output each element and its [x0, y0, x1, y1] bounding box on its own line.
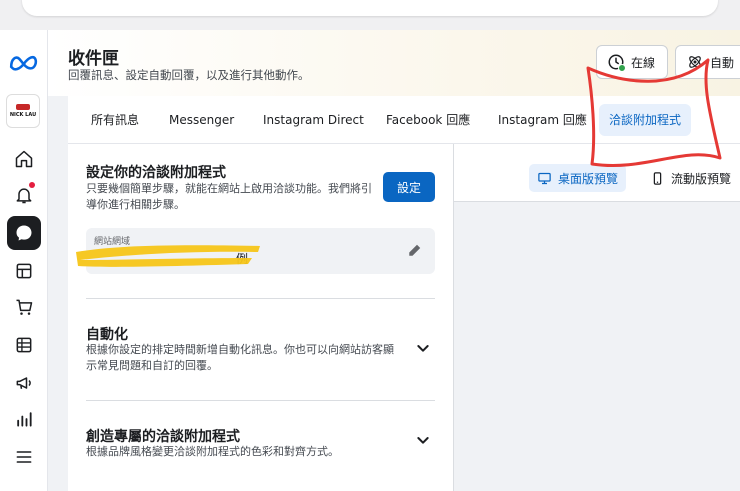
page-header: 收件匣 回覆訊息、設定自動回覆，以及進行其他動作。 在線 自動	[48, 30, 740, 96]
brand-name: NICK LAU	[9, 112, 37, 118]
mobile-preview-label: 流動版預覽	[671, 171, 732, 186]
online-status-button[interactable]: 在線	[596, 45, 668, 79]
shop-cart-icon[interactable]	[7, 290, 41, 324]
mobile-preview-button[interactable]: 流動版預覽	[642, 164, 739, 192]
page-title: 收件匣	[68, 49, 119, 69]
preview-panel: 桌面版預覽 流動版預覽	[453, 144, 740, 491]
page-avatar[interactable]: NICK LAU	[6, 94, 40, 128]
megaphone-icon[interactable]	[7, 366, 41, 400]
inbox-icon[interactable]	[7, 216, 41, 250]
online-dot	[618, 64, 626, 72]
customize-section-description: 根據品牌風格變更洽談附加程式的色彩和對齊方式。	[86, 445, 339, 458]
automation-section-title: 自動化	[86, 327, 128, 343]
automation-label: 自動	[710, 55, 735, 70]
tab-instagram-direct[interactable]: Instagram Direct	[253, 104, 374, 136]
chevron-down-icon[interactable]	[415, 340, 431, 356]
setup-button[interactable]: 設定	[383, 172, 435, 202]
tab-chat-plugin[interactable]: 洽談附加程式	[599, 104, 692, 136]
inbox-tabs: 所有訊息 Messenger Instagram Direct Facebook…	[68, 96, 740, 144]
notification-dot	[29, 182, 35, 188]
customize-section-title: 創造專屬的洽談附加程式	[86, 429, 240, 445]
chat-plugin-settings-panel: 設定你的洽談附加程式 只要幾個簡單步驟，就能在網站上啟用洽談功能。我們將引導你進…	[68, 144, 453, 491]
tab-messenger[interactable]: Messenger	[159, 104, 244, 136]
brand-logo-mark	[16, 104, 30, 110]
domain-label: 網站網域	[94, 237, 131, 247]
desktop-preview-button[interactable]: 桌面版預覽	[529, 164, 627, 192]
online-status-label: 在線	[631, 55, 656, 70]
tab-all-messages[interactable]: 所有訊息	[81, 104, 149, 136]
tab-instagram-comments[interactable]: Instagram 回應	[488, 104, 597, 136]
section-divider	[86, 400, 435, 401]
edit-pencil-icon[interactable]	[407, 242, 423, 258]
setup-title: 設定你的洽談附加程式	[86, 165, 226, 181]
page-subtitle: 回覆訊息、設定自動回覆，以及進行其他動作。	[68, 68, 310, 82]
desktop-monitor-icon	[538, 172, 551, 184]
preview-toggle-bar: 桌面版預覽 流動版預覽	[454, 144, 740, 202]
section-divider	[86, 298, 435, 299]
address-bar[interactable]	[22, 0, 718, 16]
desktop-preview-label: 桌面版預覽	[558, 171, 619, 186]
notifications-icon[interactable]	[7, 178, 41, 212]
clock-icon	[607, 53, 626, 72]
automation-section-description: 根據你設定的排定時間新增自動化訊息。你也可以向網站訪客顯示常見問題和自訂的回覆。	[86, 343, 394, 372]
menu-icon[interactable]	[7, 440, 41, 474]
home-icon[interactable]	[7, 142, 41, 176]
automation-atom-icon	[689, 56, 701, 68]
mobile-phone-icon	[653, 171, 662, 185]
website-domain-field[interactable]: 網站網域 例	[76, 228, 435, 274]
content-icon[interactable]	[7, 254, 41, 288]
browser-top-strip	[0, 0, 740, 30]
left-nav-rail: NICK LAU	[0, 30, 48, 491]
automation-button[interactable]: 自動	[675, 45, 740, 79]
insights-icon[interactable]	[7, 402, 41, 436]
domain-value: 例	[236, 252, 249, 266]
tab-facebook-comments[interactable]: Facebook 回應	[376, 104, 480, 136]
chevron-down-icon[interactable]	[415, 432, 431, 448]
table-icon[interactable]	[7, 328, 41, 362]
meta-logo-icon[interactable]	[8, 52, 40, 72]
setup-description: 只要幾個簡單步驟，就能在網站上啟用洽談功能。我們將引導你進行相關步驟。	[86, 182, 372, 211]
